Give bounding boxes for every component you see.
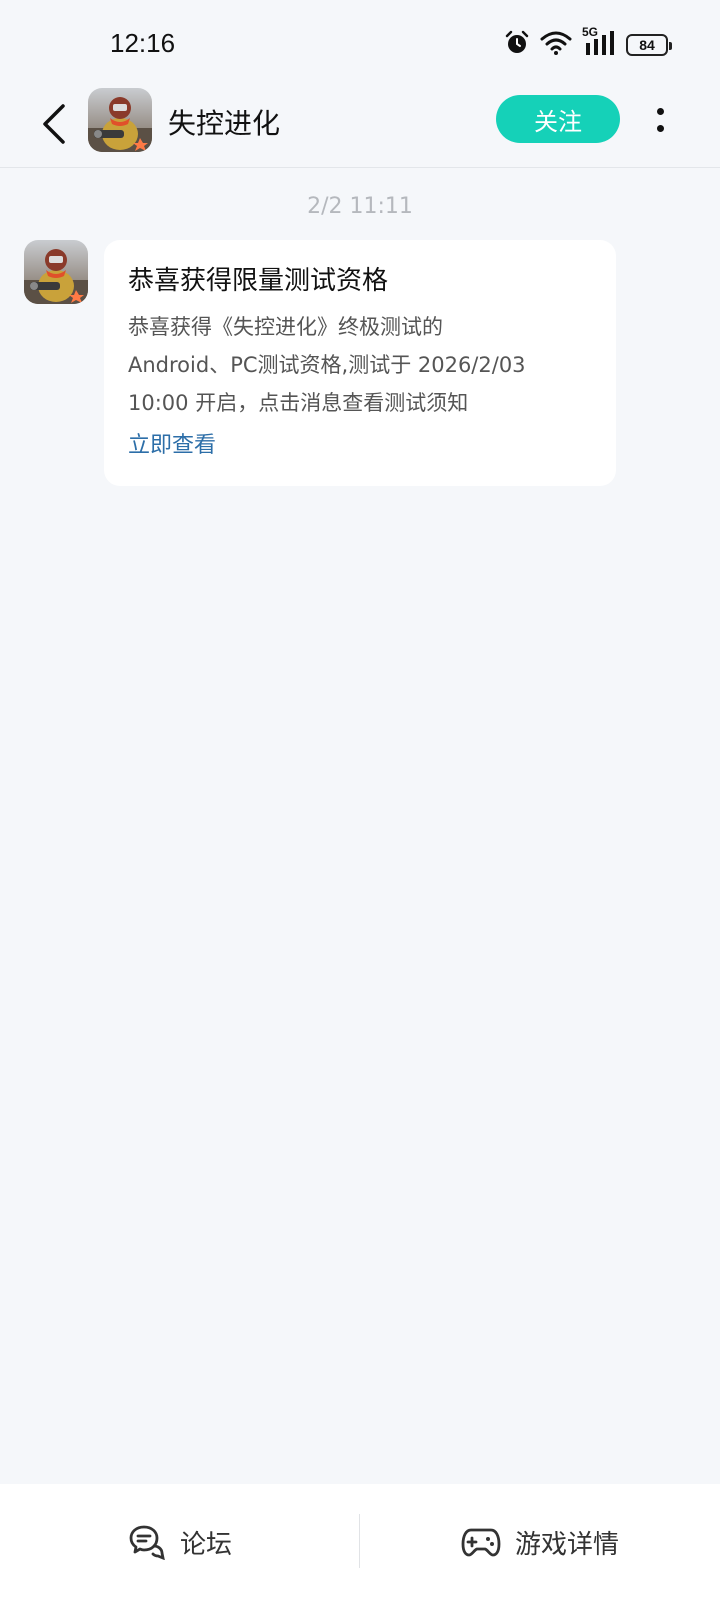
message-card[interactable]: 恭喜获得限量测试资格 恭喜获得《失控进化》终极测试的 Android、PC测试资… xyxy=(104,240,616,486)
message-title: 恭喜获得限量测试资格 xyxy=(128,266,389,296)
status-icons: 5G 84 xyxy=(504,25,672,61)
more-options-button[interactable] xyxy=(640,96,680,144)
message-body: 恭喜获得《失控进化》终极测试的 Android、PC测试资格,测试于 2026/… xyxy=(128,308,592,422)
chat-header: 失控进化 关注 xyxy=(0,84,720,168)
chat-page: 12:16 5G 84 失控进化 关注 2/2 11:11 恭喜获得限量测试资格… xyxy=(0,0,720,1600)
forum-label: 论坛 xyxy=(179,1529,232,1560)
game-details-label: 游戏详情 xyxy=(514,1529,619,1560)
follow-button[interactable]: 关注 xyxy=(496,95,620,143)
alarm-icon xyxy=(504,30,530,60)
forum-button[interactable]: 论坛 xyxy=(0,1484,360,1600)
bottom-bar: 论坛 游戏详情 xyxy=(0,1484,720,1600)
battery-level: 84 xyxy=(639,37,655,53)
back-button[interactable] xyxy=(28,98,80,150)
forum-icon xyxy=(129,1525,165,1560)
more-dot-icon xyxy=(656,108,664,115)
status-bar: 12:16 5G 84 xyxy=(0,0,720,84)
status-time: 12:16 xyxy=(110,28,176,58)
game-details-button[interactable]: 游戏详情 xyxy=(360,1484,720,1600)
more-dot-icon xyxy=(656,125,664,132)
header-title: 失控进化 xyxy=(168,107,281,140)
message-body-line: Android、PC测试资格,测试于 2026/2/03 xyxy=(128,353,526,377)
gamepad-icon xyxy=(461,1528,501,1557)
battery-icon: 84 xyxy=(626,34,672,56)
view-now-link[interactable]: 立即查看 xyxy=(128,428,592,464)
message-body-line: 10:00 开启，点击消息查看测试须知 xyxy=(128,391,469,415)
message-body-line: 恭喜获得《失控进化》终极测试的 xyxy=(128,315,443,339)
message-timestamp: 2/2 11:11 xyxy=(307,194,413,219)
back-arrow-icon xyxy=(43,104,65,144)
network-type-label: 5G xyxy=(582,25,599,39)
wifi-icon xyxy=(540,30,572,60)
cellular-signal-icon: 5G xyxy=(582,25,616,61)
sender-avatar[interactable] xyxy=(24,240,88,304)
game-avatar[interactable] xyxy=(88,88,152,152)
